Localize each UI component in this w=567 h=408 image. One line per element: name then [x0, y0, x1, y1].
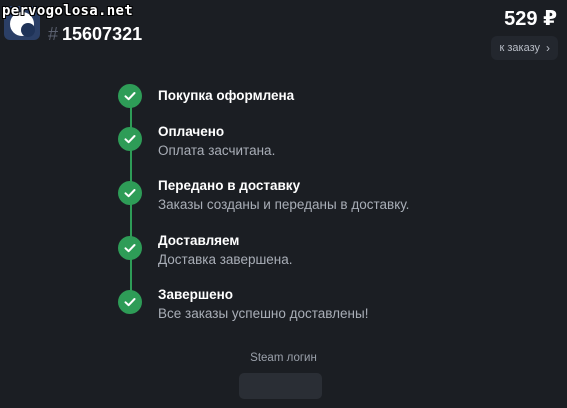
order-number: #15607321: [48, 24, 142, 45]
steam-login-label: Steam логин: [250, 352, 317, 364]
watermark: pervogolosa.net: [2, 3, 133, 19]
to-order-label: к заказу: [499, 42, 541, 54]
step-title: Завершено: [158, 287, 234, 302]
check-icon: [118, 290, 142, 314]
step-title: Передано в доставку: [158, 178, 301, 193]
check-icon: [118, 84, 142, 108]
step-description: Все заказы успешно доставлены!: [158, 306, 369, 321]
step-description: Заказы созданы и переданы в доставку.: [158, 197, 410, 212]
order-price: 529 ₽: [504, 8, 557, 30]
check-icon: [118, 236, 142, 260]
chevron-right-icon: ›: [546, 41, 550, 55]
check-icon: [118, 127, 142, 151]
step-title: Покупка оформлена: [158, 88, 295, 103]
to-order-button[interactable]: к заказу ›: [490, 36, 558, 60]
step-description: Доставка завершена.: [158, 252, 293, 267]
steam-login-field[interactable]: [239, 373, 322, 399]
step-title: Оплачено: [158, 124, 225, 139]
order-number-value: 15607321: [62, 24, 143, 44]
step-description: Оплата засчитана.: [158, 143, 276, 158]
step-title: Доставляем: [158, 233, 240, 248]
check-icon: [118, 181, 142, 205]
hash-symbol: #: [48, 24, 59, 44]
